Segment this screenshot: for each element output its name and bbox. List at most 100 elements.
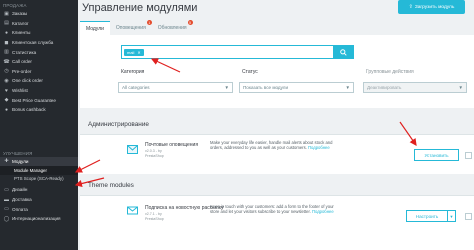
module-name: Почтовые оповещения (145, 142, 199, 148)
sidebar-item-label: Модули (12, 158, 29, 164)
tab-alerts[interactable]: Оповещения 1 (110, 20, 152, 35)
sidebar-item-call-order[interactable]: ☎ Call order (0, 57, 78, 67)
cart-icon: ▣ (4, 10, 9, 17)
mail-icon (127, 144, 138, 155)
sidebar-item-label: Wishlist (12, 88, 28, 94)
sidebar-item-label: Bonus cashback (12, 107, 46, 113)
module-author: PrestaShop (145, 217, 164, 221)
sidebar-item-label: Доставка (12, 197, 32, 203)
search-tag-label: mail (127, 49, 135, 55)
sidebar-item-label: Best Price Guarantee (12, 97, 56, 103)
sidebar-item-payment[interactable]: ▭ Оплата (0, 204, 78, 214)
sidebar-item-design[interactable]: ▭ Дизайн (0, 185, 78, 195)
sidebar-item-customer-service[interactable]: ◼ Клиентская служба (0, 38, 78, 48)
chevron-down-icon: ▼ (458, 85, 463, 90)
sidebar-item-international[interactable]: ◯ Интернационализация (0, 214, 78, 224)
main-content: Управление модулями ⇪ Загрузить модуль М… (78, 0, 474, 250)
sidebar-item-stats[interactable]: ▥ Статистика (0, 47, 78, 57)
card-icon: ▭ (4, 206, 9, 213)
search-icon (340, 48, 347, 56)
chart-icon: ▥ (4, 49, 9, 56)
page-title: Управление модулями (82, 2, 198, 14)
install-button[interactable]: Установить (414, 149, 459, 161)
sidebar-item-label: Pre-order (12, 68, 32, 74)
configure-button[interactable]: Настроить ▼ (406, 210, 456, 222)
sidebar-item-wishlist[interactable]: ♥ Wishlist (0, 86, 78, 96)
clock-icon: ◷ (4, 68, 9, 75)
sidebar-item-label: Оплата (12, 206, 28, 212)
sidebar-item-label: Клиентская служба (12, 40, 54, 46)
module-checkbox[interactable] (465, 213, 472, 220)
module-card: Почтовые оповещения v2.0.3 - by PrestaSh… (80, 134, 474, 174)
tab-label: Оповещения (115, 25, 146, 31)
status-value: Показать все модули (243, 85, 289, 90)
sidebar-section-sell: ПРОДАЖА (3, 3, 27, 8)
bulk-actions-value: Деактивировать (367, 85, 402, 90)
sidebar-item-label: Call order (12, 59, 32, 65)
module-description: Keep in touch with your customers: add a… (210, 204, 340, 215)
module-author: PrestaShop (145, 154, 164, 158)
tag-icon: ◆ (4, 97, 9, 104)
sidebar-item-catalog[interactable]: ▤ Каталог (0, 19, 78, 29)
coin-icon: ● (4, 106, 9, 113)
search-button[interactable] (333, 45, 354, 59)
sidebar-item-best-price[interactable]: ◆ Best Price Guarantee (0, 95, 78, 105)
person-icon: ● (4, 29, 9, 36)
section-title: Администрирование (88, 121, 149, 128)
sidebar-item-label: Клиенты (12, 30, 31, 36)
tab-label: Модули (86, 25, 104, 32)
sidebar: ПРОДАЖА ▣ Заказы ▤ Каталог ● Клиенты ◼ Клиен… (0, 0, 78, 250)
upload-module-label: Загрузить модуль (414, 4, 455, 10)
sidebar-item-orders[interactable]: ▣ Заказы (0, 9, 78, 19)
sidebar-sell-list: ▣ Заказы ▤ Каталог ● Клиенты ◼ Клиентская сл… (0, 9, 78, 115)
module-card: Подписка на новостную рассылку v2.7.1 - … (80, 195, 474, 250)
phone-icon: ☎ (3, 58, 10, 65)
chevron-down-icon: ▼ (345, 85, 350, 90)
sidebar-subitem-module-manager[interactable]: Module Manager (0, 166, 78, 175)
category-value: All categories (122, 85, 150, 90)
sidebar-item-modules[interactable]: ✚ Модули (0, 156, 78, 167)
sidebar-item-customers[interactable]: ● Клиенты (0, 28, 78, 38)
bulk-actions-select: Деактивировать ▼ (363, 82, 467, 93)
status-label: Статус (242, 69, 258, 75)
chevron-down-icon[interactable]: ▼ (447, 211, 455, 221)
sidebar-section-improve: УЛУЧШЕНИЯ (3, 150, 33, 156)
module-version: v2.7.1 - by (145, 212, 162, 216)
store-icon: ▤ (4, 20, 9, 27)
module-description: Make your everyday life easier, handle m… (210, 140, 340, 151)
category-select[interactable]: All categories ▼ (118, 82, 233, 93)
sidebar-item-label: Статистика (12, 49, 37, 55)
sidebar-item-label: Дизайн (12, 187, 28, 193)
envelope-icon (127, 205, 138, 216)
tab-label: Обновления (157, 25, 187, 31)
sidebar-item-label: Заказы (12, 11, 28, 17)
read-more-link[interactable]: Подробнее (312, 209, 334, 214)
sidebar-item-one-click-order[interactable]: ◉ One click order (0, 76, 78, 86)
tab-modules[interactable]: Модули (80, 21, 110, 35)
sidebar-item-label: One click order (12, 78, 43, 84)
search-input[interactable]: mail ✕ (121, 45, 339, 59)
sidebar-item-label: Интернационализация (12, 216, 61, 222)
tab-badge: 5 (187, 20, 193, 25)
bulk-actions-label: Групповые действия (366, 69, 414, 75)
sidebar-subitem-pts-scope[interactable]: PTS Scope (SCA-Ready) (0, 175, 78, 184)
tabs: Модули Оповещения 1 Обновления 5 (80, 20, 193, 35)
read-more-link[interactable]: Подробнее (308, 145, 330, 150)
module-checkbox[interactable] (465, 152, 472, 159)
configure-label: Настроить (415, 213, 439, 219)
status-select[interactable]: Показать все модули ▼ (239, 82, 354, 93)
chevron-down-icon: ▼ (224, 85, 229, 90)
tab-updates[interactable]: Обновления 5 (152, 20, 193, 35)
sidebar-item-bonus-cashback[interactable]: ● Bonus cashback (0, 105, 78, 115)
sidebar-item-pre-order[interactable]: ◷ Pre-order (0, 67, 78, 77)
sidebar-item-label: Каталог (12, 20, 29, 26)
upload-icon: ⇪ (408, 4, 413, 10)
module-version: v2.0.3 - by (145, 149, 162, 153)
sidebar-item-shipping[interactable]: ▬ Доставка (0, 195, 78, 205)
chat-icon: ◼ (4, 39, 9, 46)
globe-icon: ◯ (3, 215, 10, 222)
remove-tag-icon[interactable]: ✕ (137, 50, 140, 55)
upload-module-button[interactable]: ⇪ Загрузить модуль (398, 0, 465, 14)
desktop-icon: ▭ (4, 186, 9, 193)
search-tag[interactable]: mail ✕ (124, 48, 144, 56)
